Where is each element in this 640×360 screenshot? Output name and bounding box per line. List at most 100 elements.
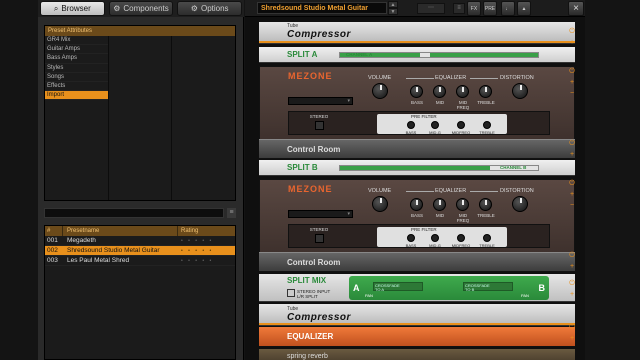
bass-knob[interactable]	[410, 198, 423, 211]
close-button[interactable]: ×	[568, 1, 584, 16]
module-controls-3: ⏻ +	[567, 138, 577, 160]
pf-bass-knob[interactable]	[407, 234, 415, 242]
control-room-b[interactable]: Control Room	[259, 252, 575, 272]
power-icon[interactable]: ⏻	[567, 250, 577, 261]
app-window: ⌕ Browser ⚙ Components ⚙ Options Preset …	[0, 0, 640, 360]
channel-b-label: B	[538, 283, 546, 293]
arrow-down-icon[interactable]: ▼	[388, 8, 398, 15]
attribute-item[interactable]: Songs	[45, 73, 108, 82]
volume-knob[interactable]	[372, 83, 388, 99]
mid-freq-label: MID FREQ	[456, 100, 470, 110]
distortion-knob[interactable]	[512, 196, 528, 212]
power-icon[interactable]: ⏻	[567, 26, 577, 37]
stereo-input-checkbox[interactable]	[287, 289, 295, 297]
power-icon[interactable]: ⏻	[567, 138, 577, 149]
stereo-button[interactable]	[315, 234, 324, 243]
filter-row: ≡	[44, 208, 236, 218]
plus-icon[interactable]: +	[567, 149, 577, 160]
preset-rating[interactable]: • • • • •	[178, 236, 235, 245]
preset-nav-arrows: ▲ ▼	[388, 1, 398, 15]
arrow-up-icon[interactable]: ▲	[388, 1, 398, 8]
column-header-name[interactable]: Presetname	[63, 226, 178, 236]
crossfade-b-box[interactable]: CROSSFADE TO B	[463, 282, 513, 292]
preset-row[interactable]: 003 Les Paul Metal Shred • • • • •	[45, 256, 235, 266]
power-icon[interactable]: ⏻	[567, 66, 577, 77]
attribute-item[interactable]: Effects	[45, 82, 108, 92]
tuner-icon[interactable]: ♩	[501, 1, 515, 16]
plus-icon[interactable]: +	[567, 37, 577, 48]
compressor-module[interactable]: Tube Compressor	[259, 22, 575, 44]
distortion-knob[interactable]	[512, 83, 528, 99]
equalizer-module[interactable]: EQUALIZER	[259, 327, 575, 347]
attribute-header: Preset Attributes	[45, 26, 235, 36]
preset-row[interactable]: 001 Megadeth • • • • •	[45, 236, 235, 246]
pf-midfreq-knob[interactable]	[457, 234, 465, 242]
attribute-item[interactable]: GR4 Mix	[45, 36, 108, 46]
pre-filter-label: PRE FILTER	[411, 227, 437, 232]
pre-button[interactable]: PRE	[483, 1, 497, 16]
attribute-item[interactable]: Bass Amps	[45, 54, 108, 64]
fx-button[interactable]: FX	[467, 1, 481, 16]
mid-freq-knob[interactable]	[456, 85, 469, 98]
current-preset-field[interactable]: Shredsound Studio Metal Guitar	[257, 2, 387, 14]
plus-icon[interactable]: +	[567, 333, 577, 344]
mid-knob[interactable]	[433, 85, 446, 98]
pf-mid-knob[interactable]	[431, 121, 439, 129]
compressor-module-2[interactable]: Tube Compressor	[259, 304, 575, 326]
plus-icon[interactable]: +	[567, 261, 577, 272]
pf-bass-knob[interactable]	[407, 121, 415, 129]
pf-midfreq-knob[interactable]	[457, 121, 465, 129]
preset-rating[interactable]: • • • • •	[178, 246, 235, 255]
pf-mid-knob[interactable]	[431, 234, 439, 242]
clear-icon[interactable]: ≡	[227, 208, 236, 218]
distortion-label: DISTORTION	[500, 75, 534, 81]
treble-knob[interactable]	[479, 85, 492, 98]
midi-icon[interactable]: ≡	[453, 3, 465, 14]
plus-icon[interactable]: +	[567, 189, 577, 200]
split-b-module[interactable]: SPLIT B CHANNEL B	[259, 160, 575, 176]
power-icon[interactable]: ⏻	[567, 178, 577, 189]
amp-module-a: MEZONE VOLUME EQUALIZER DISTORTION BASS …	[259, 66, 575, 144]
split-a-module[interactable]: SPLIT A CHANNEL A	[259, 47, 575, 63]
search-input[interactable]	[44, 208, 224, 218]
volume-knob[interactable]	[372, 196, 388, 212]
spring-reverb-module[interactable]: spring reverb	[259, 349, 575, 360]
mid-freq-knob[interactable]	[456, 198, 469, 211]
preset-num: 001	[47, 237, 58, 244]
control-room-a[interactable]: Control Room	[259, 139, 575, 159]
plus-icon[interactable]: +	[567, 77, 577, 88]
tab-components[interactable]: ⚙ Components	[108, 1, 174, 16]
treble-knob[interactable]	[479, 198, 492, 211]
tab-options[interactable]: ⚙ Options	[177, 1, 243, 16]
preset-row-selected[interactable]: 002 Shredsound Studio Metal Guitar • • •…	[45, 246, 235, 256]
column-header-rating[interactable]: Rating	[178, 226, 235, 236]
crossfade-panel: A CROSSFADE TO A CROSSFADE TO B PAN PAN …	[349, 276, 549, 300]
power-icon[interactable]: ⏻	[567, 322, 577, 333]
split-b-level	[340, 166, 490, 170]
bass-knob[interactable]	[410, 85, 423, 98]
plus-icon[interactable]: +	[567, 289, 577, 300]
minus-icon[interactable]: −	[567, 88, 577, 99]
crossfade-a-box[interactable]: CROSSFADE TO A	[373, 282, 423, 292]
cabinet-dropdown[interactable]: ▾	[288, 210, 353, 218]
pf-treble-knob[interactable]	[483, 121, 491, 129]
power-icon[interactable]: ⏻	[567, 278, 577, 289]
minus-icon[interactable]: −	[567, 200, 577, 211]
mid-knob[interactable]	[433, 198, 446, 211]
stereo-button[interactable]	[315, 121, 324, 130]
cog-icon: ⚙	[113, 4, 121, 13]
tab-browser[interactable]: ⌕ Browser	[40, 1, 105, 16]
attribute-item[interactable]: Styles	[45, 64, 108, 73]
module-controls-5: ⏻ +	[567, 250, 577, 272]
column-header-num[interactable]: #	[45, 226, 63, 236]
attribute-item[interactable]: Guitar Amps	[45, 45, 108, 55]
metronome-icon[interactable]: ▲	[517, 1, 531, 16]
preset-rating[interactable]: • • • • •	[178, 256, 235, 265]
pf-treble-knob[interactable]	[483, 234, 491, 242]
attribute-item-selected[interactable]: Import	[45, 91, 108, 101]
pf-bass-label: BASS	[405, 130, 417, 135]
mid-label: MID	[435, 100, 445, 105]
cabinet-dropdown[interactable]: ▾	[288, 97, 353, 105]
grid-view-button[interactable]: ⋯	[417, 3, 445, 14]
volume-label: VOLUME	[368, 75, 392, 81]
